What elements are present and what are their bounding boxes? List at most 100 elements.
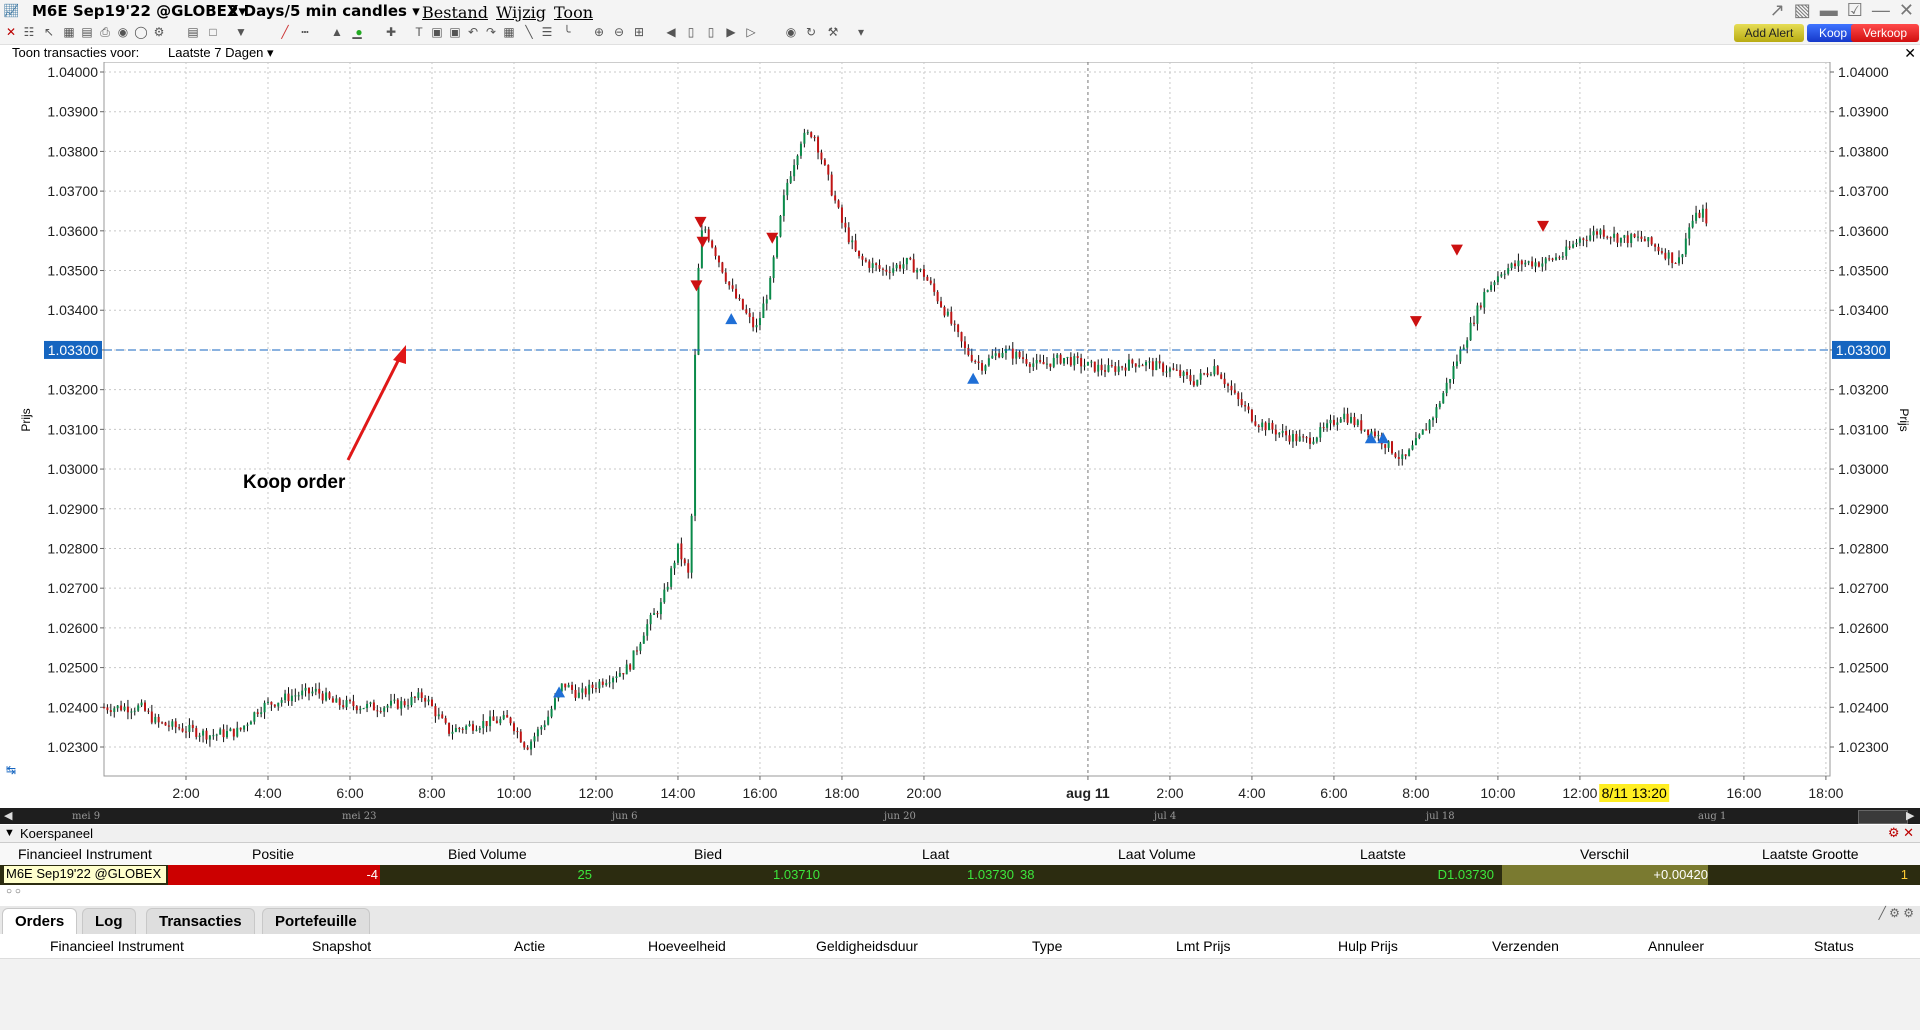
bid-cell[interactable]: 1.03710 [600, 867, 820, 882]
symbol-selector[interactable]: M6E Sep19'22 @GLOBEX▾ [32, 2, 246, 20]
wrench-icon[interactable]: ⚒ [826, 25, 840, 39]
go-icon[interactable]: ● [352, 25, 366, 39]
collapse-icon[interactable]: ▼ [4, 827, 15, 839]
candle-body [1537, 262, 1540, 267]
bars-icon[interactable]: ┅ [298, 25, 312, 39]
column-header[interactable]: Actie [514, 938, 545, 954]
period-selector[interactable]: 2 Days/5 min candles ▾ [228, 2, 420, 20]
change-cell[interactable]: +0.00420 [1502, 865, 1708, 885]
column-header[interactable]: Annuleer [1648, 938, 1704, 954]
tab-tools-icon[interactable]: ╱ ⚙ ⚙ [1879, 906, 1914, 920]
quote-panel-close-icon[interactable]: ⚙ ✕ [1888, 825, 1914, 841]
column-header[interactable]: Verschil [1580, 846, 1629, 862]
candle-body [304, 687, 307, 691]
column-header[interactable]: Bied Volume [448, 846, 527, 862]
tab-portefeuille[interactable]: Portefeuille [262, 908, 370, 935]
close-chart-icon[interactable]: ✕ [4, 25, 18, 39]
channel-icon[interactable]: ╰ [560, 25, 574, 39]
menu-wijzig[interactable]: Wijzig [496, 3, 546, 22]
undo-icon[interactable]: ↶ [466, 25, 480, 39]
column-header[interactable]: Laat [922, 846, 949, 862]
circle-icon[interactable]: ◯ [134, 25, 148, 39]
expand-icon[interactable]: ▯ [704, 25, 718, 39]
timeline-right-arrow-icon[interactable]: ▶ [1906, 809, 1914, 822]
candle-body [280, 700, 283, 703]
compress-icon[interactable]: ▯ [684, 25, 698, 39]
column-header[interactable]: Type [1032, 938, 1062, 954]
tab-orders[interactable]: Orders [2, 908, 78, 935]
zoom-in-icon[interactable]: ⊕ [592, 25, 606, 39]
candle-body [178, 727, 181, 729]
column-header[interactable]: Bied [694, 846, 722, 862]
position-cell[interactable]: -4 [168, 865, 380, 885]
box-tool-icon[interactable]: ▣ [430, 25, 444, 39]
bar-chart-icon[interactable]: ▤ [80, 25, 94, 39]
print-icon[interactable]: ⎙ [98, 25, 112, 39]
column-header[interactable]: Laatste [1360, 846, 1406, 862]
column-header[interactable]: Status [1814, 938, 1854, 954]
filter-icon[interactable]: ▼ [234, 25, 248, 39]
last-price-cell[interactable]: D1.03730 [1270, 867, 1494, 882]
timeline-navigator[interactable]: ◀ mei 9 mei 23 jun 6 jun 20 jul 4 jul 18… [0, 808, 1920, 824]
filter-dropdown[interactable]: Laatste 7 Dagen ▾ [168, 45, 274, 61]
add-alert-button[interactable]: Add Alert [1734, 24, 1804, 42]
bid-volume-cell[interactable]: 25 [400, 867, 592, 882]
refresh-icon[interactable]: ↻ [804, 25, 818, 39]
redo-icon[interactable]: ↷ [484, 25, 498, 39]
scroll-right-icon[interactable]: ▶ [724, 25, 738, 39]
column-header[interactable]: Verzenden [1492, 938, 1559, 954]
column-header[interactable]: Laat Volume [1118, 846, 1196, 862]
menu-bestand[interactable]: Bestand [422, 3, 488, 22]
price-chart[interactable]: 1.04000 1.04000 1.03900 1.03900 1.03800 1.038… [0, 62, 1920, 808]
globe-icon[interactable]: ◉ [784, 25, 798, 39]
quote-row[interactable]: M6E Sep19'22 @GLOBEX -4 25 1.03710 1.037… [0, 865, 1920, 885]
x-tick-label: aug 11 [1066, 785, 1110, 801]
column-header[interactable]: Hulp Prijs [1338, 938, 1398, 954]
column-header[interactable]: Financieel Instrument [50, 938, 184, 954]
draw-line-icon[interactable]: ╱ [278, 25, 292, 39]
plus-crosshair-icon[interactable]: ✚ [384, 25, 398, 39]
image-icon[interactable]: ▦ [502, 25, 516, 39]
candle-body [786, 182, 789, 196]
candle-body [1206, 373, 1209, 376]
candle-body [1326, 423, 1329, 428]
ask-cell[interactable]: 1.03730 [830, 867, 1014, 882]
grid-icon[interactable]: ▦ [62, 25, 76, 39]
candle-body [465, 726, 468, 730]
settings-icon[interactable]: ⚙ [152, 25, 166, 39]
instrument-cell[interactable]: M6E Sep19'22 @GLOBEX [4, 866, 166, 883]
sell-button[interactable]: Verkoop [1851, 24, 1919, 42]
panel-options-icon[interactable]: ○ ○ [6, 886, 21, 897]
window-controls[interactable]: ↗ ▧ ▬ ☑ — ✕ [1770, 0, 1916, 21]
camera-icon[interactable]: ◉ [116, 25, 130, 39]
column-header[interactable]: Snapshot [312, 938, 371, 954]
column-header[interactable]: Laatste Grootte [1762, 846, 1859, 862]
end-icon[interactable]: ▷ [744, 25, 758, 39]
text-tool-icon[interactable]: T [412, 25, 426, 39]
indicators-icon[interactable]: ▤ [186, 25, 200, 39]
zoom-out-icon[interactable]: ⊖ [612, 25, 626, 39]
column-header[interactable]: Geldigheidsduur [816, 938, 918, 954]
menu-toon[interactable]: Toon [554, 3, 593, 22]
scroll-left-icon[interactable]: ◀ [664, 25, 678, 39]
fib-icon[interactable]: ☰ [540, 25, 554, 39]
timeline-thumb[interactable] [1858, 810, 1908, 824]
column-header[interactable]: Hoeveelheid [648, 938, 726, 954]
layout-icon[interactable]: □ [206, 25, 220, 39]
crosshair-icon[interactable]: ☷ [22, 25, 36, 39]
last-size-cell[interactable]: 1 [1712, 867, 1908, 882]
ask-volume-cell[interactable]: 38 [1020, 867, 1080, 882]
column-header[interactable]: Positie [252, 846, 294, 862]
zoom-fit-icon[interactable]: ⊞ [632, 25, 646, 39]
column-header[interactable]: Lmt Prijs [1176, 938, 1230, 954]
tab-transacties[interactable]: Transacties [146, 908, 255, 935]
orders-list[interactable] [0, 958, 1920, 1030]
timeline-left-arrow-icon[interactable]: ◀ [4, 809, 12, 822]
pointer-icon[interactable]: ↖ [42, 25, 56, 39]
box-tool-2-icon[interactable]: ▣ [448, 25, 462, 39]
column-header[interactable]: Financieel Instrument [18, 846, 152, 862]
trendline-icon[interactable]: ╲ [522, 25, 536, 39]
toolbar-more-icon[interactable]: ▾ [854, 25, 868, 39]
tab-log[interactable]: Log [82, 908, 136, 935]
mountain-icon[interactable]: ▲ [330, 25, 344, 39]
